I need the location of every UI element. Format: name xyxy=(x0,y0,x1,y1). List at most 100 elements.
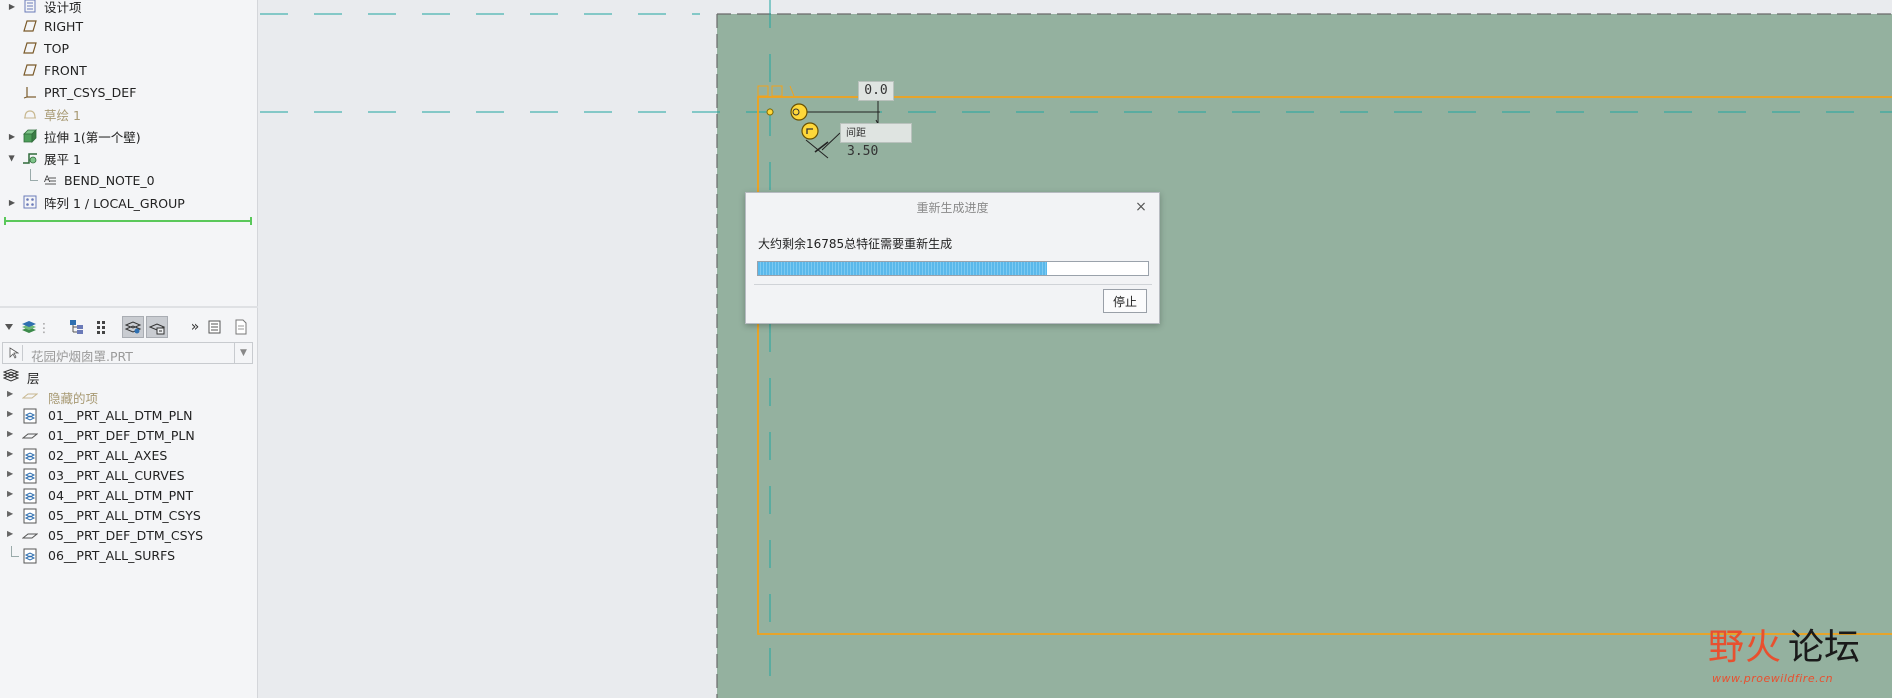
layer-label: 03__PRT_ALL_CURVES xyxy=(48,468,185,483)
layer-item[interactable]: ▶ 01__PRT_DEF_DTM_PLN xyxy=(0,426,258,446)
tree-connector xyxy=(11,556,19,557)
panel-splitter[interactable] xyxy=(0,306,258,308)
dialog-title: 重新生成进度 xyxy=(916,201,989,215)
dropdown-arrow-icon[interactable] xyxy=(2,316,16,338)
expand-arrow-icon[interactable]: ▶ xyxy=(7,489,15,498)
layer-icon xyxy=(22,548,38,564)
watermark-brand-black: 论坛 xyxy=(1788,627,1861,668)
layer-item[interactable]: 06__PRT_ALL_SURFS xyxy=(0,546,258,566)
toolbar-separator: ⋮ xyxy=(37,319,51,335)
progress-bar xyxy=(757,261,1149,276)
layer-label: 02__PRT_ALL_AXES xyxy=(48,448,168,463)
plane-layer-icon xyxy=(22,528,38,544)
layer-label: 05__PRT_DEF_DTM_CSYS xyxy=(48,528,204,543)
tree-item-front[interactable]: FRONT xyxy=(0,59,258,81)
expand-arrow-icon[interactable]: ▶ xyxy=(7,429,15,438)
layer-properties-icon[interactable] xyxy=(204,316,226,338)
tree-item-bend-note[interactable]: A BEND_NOTE_0 xyxy=(0,169,258,191)
layer-tree-root[interactable]: 层 xyxy=(0,366,258,386)
extrude-icon xyxy=(22,128,38,144)
model-tree: ▶ 设计项 RIGHT TOP FRONT PRT_CSYS_DEF 草绘 1 … xyxy=(0,0,258,230)
expand-arrow-icon[interactable]: ▶ xyxy=(7,2,17,11)
csys-icon xyxy=(22,84,38,100)
watermark-brand-red: 野火 xyxy=(1708,627,1783,668)
expand-arrow-icon[interactable]: ▶ xyxy=(7,469,15,478)
active-model-select[interactable]: 花园炉烟囱罩.PRT ▼ xyxy=(2,342,253,364)
graphics-background[interactable] xyxy=(259,0,717,698)
sheetmetal-flat-surface[interactable] xyxy=(717,14,1892,698)
tree-item-extrude[interactable]: ▶ 拉伸 1(第一个壁) xyxy=(0,125,258,147)
layers-icon[interactable] xyxy=(18,316,40,338)
expand-arrow-icon[interactable]: ▶ xyxy=(7,509,15,518)
layer-icon xyxy=(22,468,38,484)
datum-plane-icon xyxy=(22,62,38,78)
pointer-arrow-icon[interactable] xyxy=(5,345,23,361)
tree-connector xyxy=(11,546,12,556)
layer-label: 04__PRT_ALL_DTM_PNT xyxy=(48,488,194,503)
layer-item[interactable]: ▶ 05__PRT_DEF_DTM_CSYS xyxy=(0,526,258,546)
graphics-background-top[interactable] xyxy=(717,0,1892,14)
unbend-icon xyxy=(22,150,38,166)
stop-button[interactable]: 停止 xyxy=(1103,289,1147,313)
document-icon[interactable] xyxy=(230,316,252,338)
layer-label: 隐藏的项 xyxy=(48,391,99,406)
gap-dimension[interactable]: 间距 3.50 xyxy=(840,123,912,159)
layer-icon xyxy=(22,488,38,504)
hidden-layer-icon xyxy=(22,388,38,404)
gap-dimension-label: 间距 xyxy=(846,128,866,139)
chevron-down-icon[interactable]: ▼ xyxy=(234,343,252,363)
navigator-panel: ▶ 设计项 RIGHT TOP FRONT PRT_CSYS_DEF 草绘 1 … xyxy=(0,0,258,698)
more-chevron-icon[interactable]: » xyxy=(184,316,206,338)
layer-icon xyxy=(22,508,38,524)
close-icon[interactable]: × xyxy=(1133,199,1149,215)
layer-label: 06__PRT_ALL_SURFS xyxy=(48,548,176,563)
tree-item-label: 草绘 1 xyxy=(44,107,81,123)
tree-item-label: RIGHT xyxy=(44,18,84,34)
expand-arrow-icon[interactable]: ▶ xyxy=(7,409,15,418)
layer-item[interactable]: ▶ 02__PRT_ALL_AXES xyxy=(0,446,258,466)
layer-toolbar: ⋮ » xyxy=(0,312,258,340)
watermark-url: www.proewildfire.cn xyxy=(1712,672,1834,685)
angle-dimension[interactable]: 0.0 xyxy=(858,81,894,101)
tree-item-label: PRT_CSYS_DEF xyxy=(44,84,137,100)
tree-item-top[interactable]: TOP xyxy=(0,37,258,59)
layer-settings-icon[interactable] xyxy=(146,316,168,338)
tree-item-prt-csys-def[interactable]: PRT_CSYS_DEF xyxy=(0,81,258,103)
layer-visibility-icon[interactable] xyxy=(122,316,144,338)
sketch-icon xyxy=(22,106,38,122)
note-icon: A xyxy=(42,172,58,188)
active-model-value: 花园炉烟囱罩.PRT xyxy=(31,349,133,364)
design-items-icon xyxy=(22,0,38,14)
layer-item-hidden[interactable]: ▶ 隐藏的项 xyxy=(0,386,258,406)
expand-arrow-icon[interactable]: ▶ xyxy=(7,198,17,207)
dialog-separator xyxy=(754,284,1152,285)
layer-item[interactable]: ▶ 03__PRT_ALL_CURVES xyxy=(0,466,258,486)
tree-item-label: TOP xyxy=(44,40,70,56)
show-options-icon[interactable] xyxy=(90,316,112,338)
expand-arrow-icon[interactable]: ▶ xyxy=(7,449,15,458)
expand-arrow-icon[interactable]: ▶ xyxy=(7,529,15,538)
collapse-arrow-icon[interactable]: ▶ xyxy=(8,153,17,163)
layer-tree-icon[interactable] xyxy=(66,316,88,338)
tree-item-label: FRONT xyxy=(44,62,87,78)
app-window: ▶ 设计项 RIGHT TOP FRONT PRT_CSYS_DEF 草绘 1 … xyxy=(0,0,1892,698)
layer-label: 01__PRT_ALL_DTM_PLN xyxy=(48,408,193,423)
progress-message: 大约剩余16785总特征需要重新生成 xyxy=(758,237,953,251)
tree-item-sketch[interactable]: 草绘 1 xyxy=(0,103,258,125)
forum-watermark-logo: 野火 论坛 www.proewildfire.cn xyxy=(1708,618,1888,696)
expand-arrow-icon[interactable]: ▶ xyxy=(7,132,17,141)
tree-item-unbend[interactable]: ▶ 展平 1 xyxy=(0,147,258,169)
tree-item-right[interactable]: RIGHT xyxy=(0,15,258,37)
layer-item[interactable]: ▶ 04__PRT_ALL_DTM_PNT xyxy=(0,486,258,506)
tree-item-pattern[interactable]: ▶ 阵列 1 / LOCAL_GROUP xyxy=(0,191,258,213)
layer-root-label: 层 xyxy=(27,371,40,386)
expand-arrow-icon[interactable]: ▶ xyxy=(7,389,15,398)
layer-item[interactable]: ▶ 01__PRT_ALL_DTM_PLN xyxy=(0,406,258,426)
datum-plane-icon xyxy=(22,18,38,34)
tree-item-label: 拉伸 1(第一个壁) xyxy=(44,129,141,145)
layers-root-icon xyxy=(3,368,19,384)
layer-item[interactable]: ▶ 05__PRT_ALL_DTM_CSYS xyxy=(0,506,258,526)
pattern-icon xyxy=(22,194,38,210)
insert-indicator[interactable] xyxy=(4,217,252,225)
layer-icon xyxy=(22,408,38,424)
